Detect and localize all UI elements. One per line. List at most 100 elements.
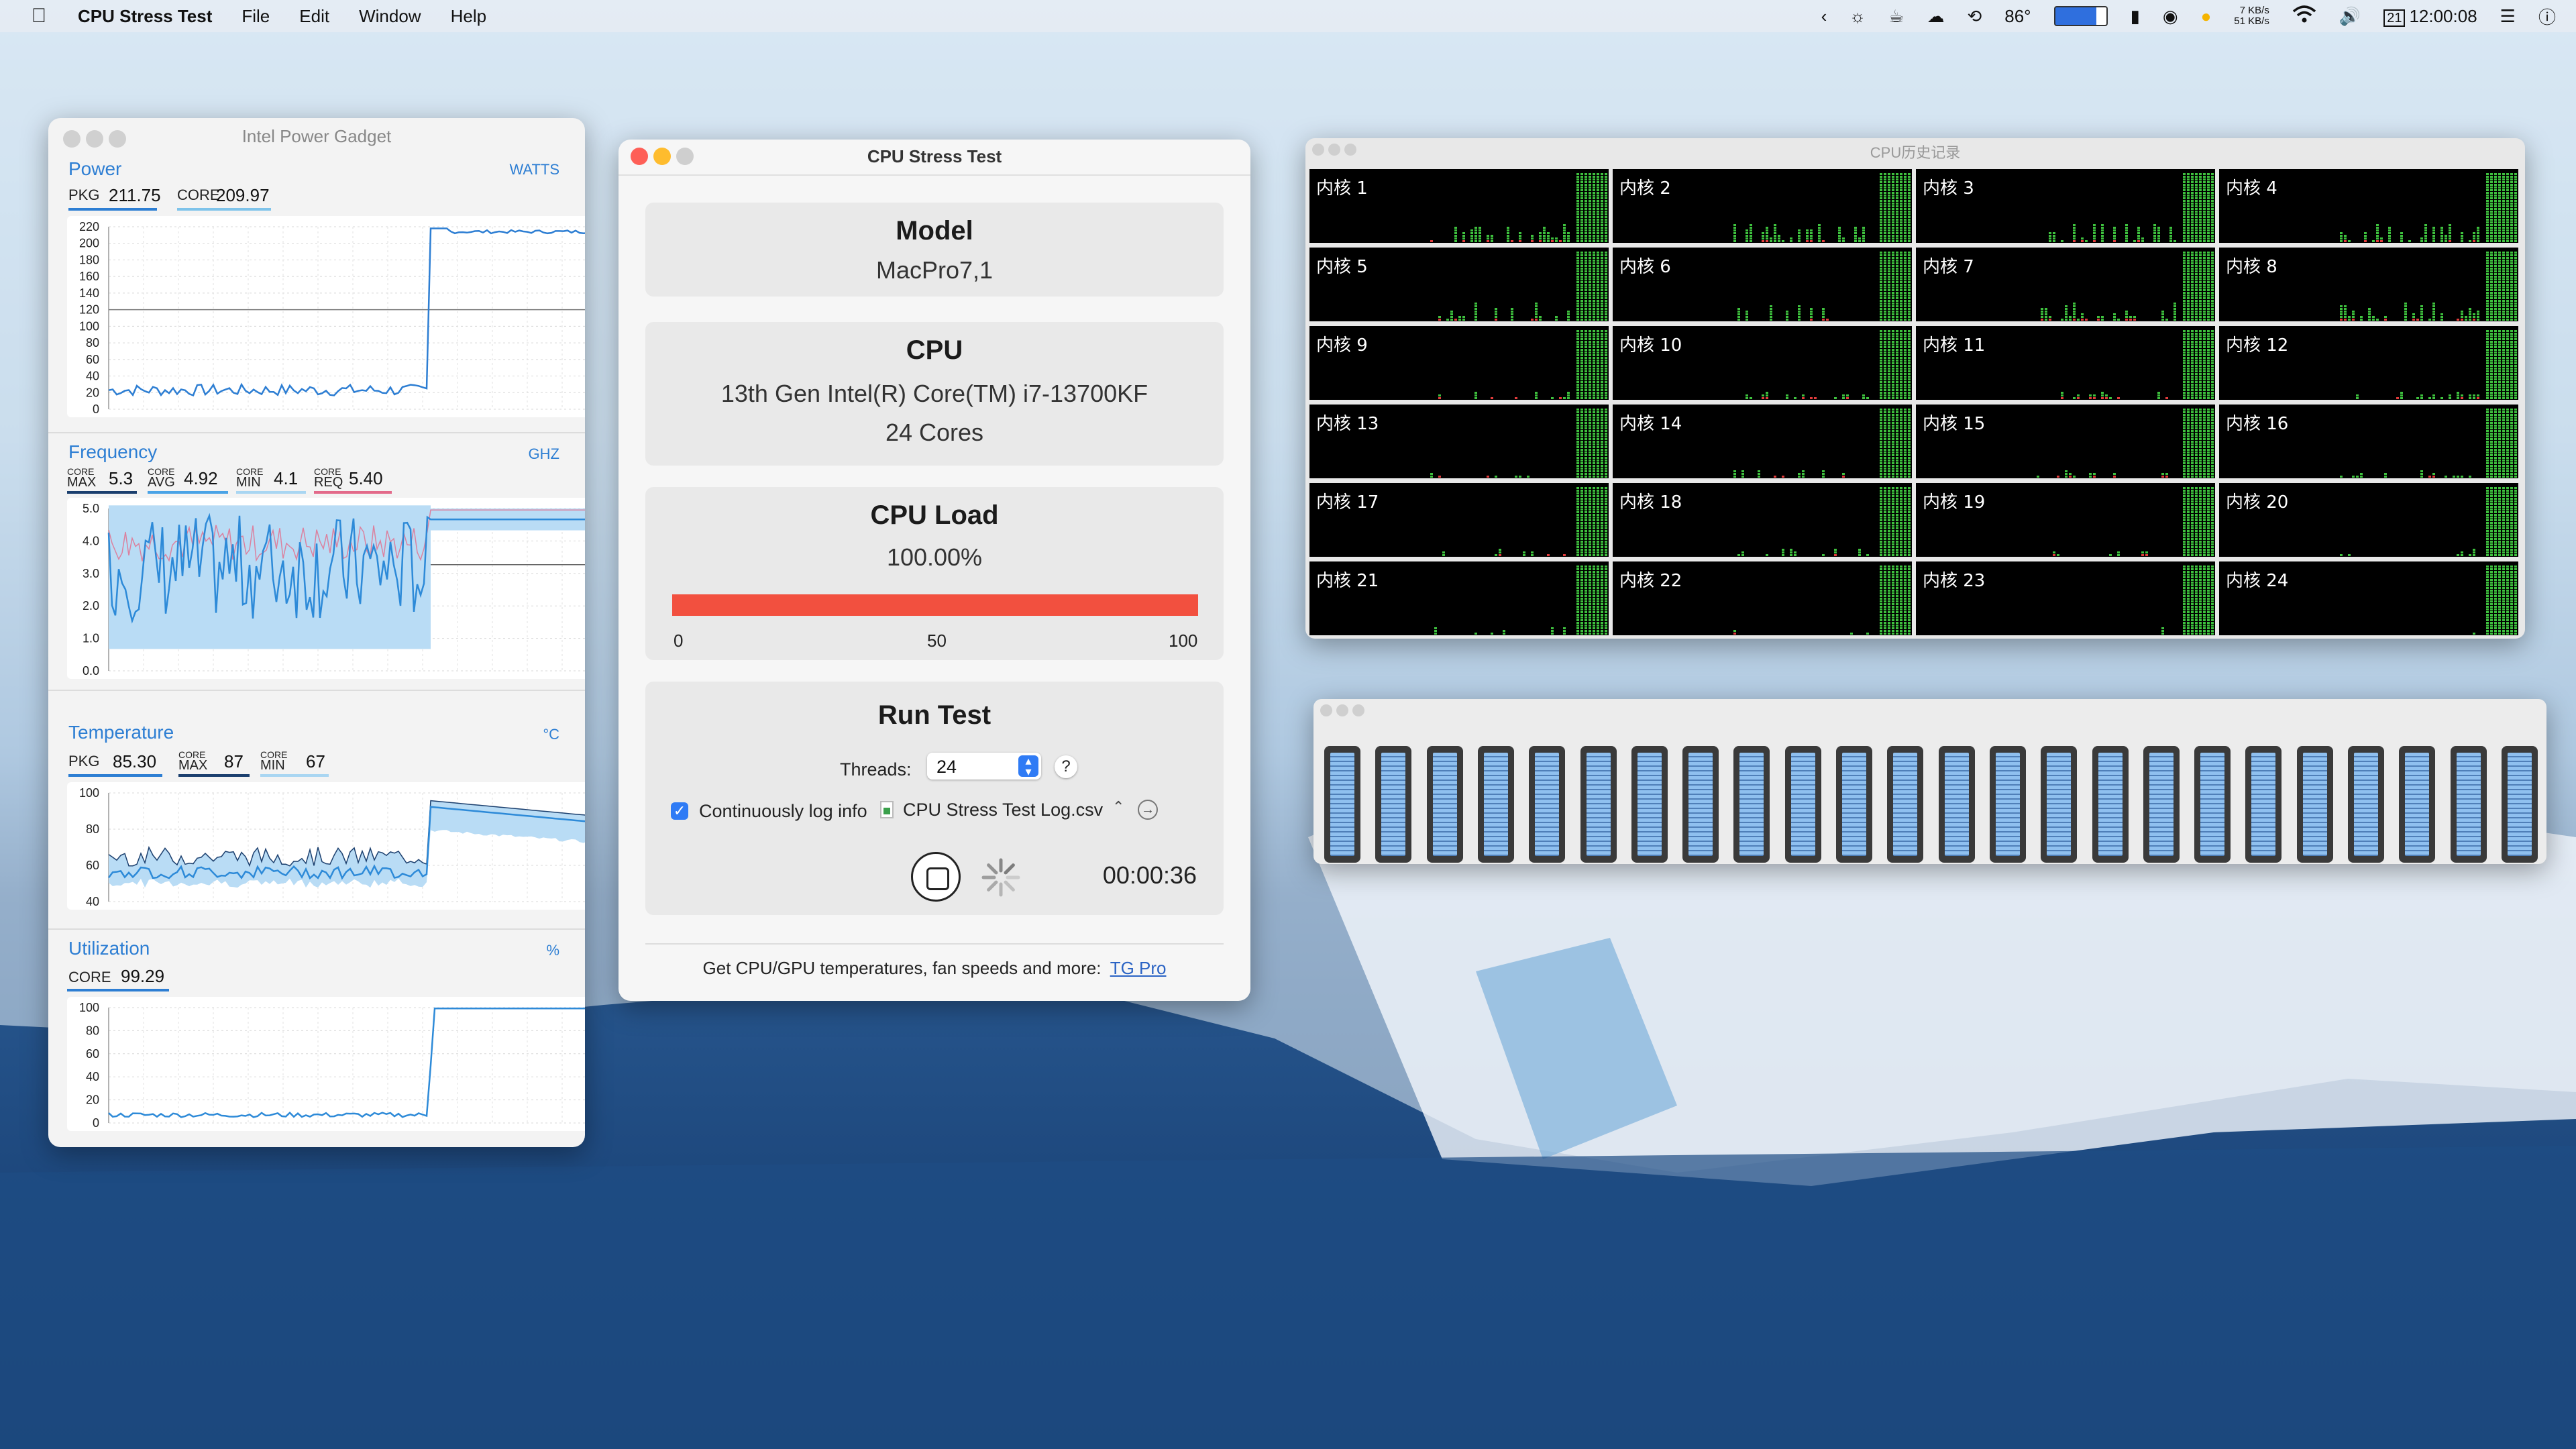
history-dot <box>2195 294 2198 297</box>
reveal-arrow-icon[interactable]: → <box>1138 800 1158 820</box>
history-dot <box>1597 381 1599 383</box>
history-dot <box>1822 554 1825 556</box>
clock[interactable]: 21 12:00:08 <box>2383 6 2477 27</box>
history-dot <box>2045 308 2047 310</box>
history-dot <box>1585 392 1587 394</box>
siri-icon[interactable]: ◉ <box>2163 6 2178 27</box>
log-file-name[interactable]: CPU Stress Test Log.csv <box>903 800 1103 820</box>
history-dot <box>1908 176 1911 178</box>
history-dot <box>2097 316 2100 318</box>
status-dot-icon[interactable]: ● <box>2201 6 2212 27</box>
tg-pro-link[interactable]: TG Pro <box>1110 958 1167 978</box>
history-dot <box>1892 370 1894 372</box>
history-dot <box>1605 490 1607 492</box>
history-dot <box>2510 370 2513 372</box>
history-dot <box>2486 417 2489 419</box>
stepper-arrows-icon[interactable]: ▴ ▾ <box>1018 755 1038 777</box>
menu-help[interactable]: Help <box>451 6 486 27</box>
history-dot <box>1806 232 1809 234</box>
core-value: 209.97 <box>216 185 270 205</box>
menu-app-name[interactable]: CPU Stress Test <box>78 6 212 27</box>
history-dot <box>1888 186 1890 189</box>
stop-button[interactable] <box>911 852 961 902</box>
menu-window[interactable]: Window <box>359 6 421 27</box>
history-dot <box>2506 303 2509 305</box>
history-dot <box>1589 419 1591 421</box>
network-speed[interactable]: 7 KB/s 51 KB/s <box>2234 5 2269 27</box>
history-dot <box>1539 316 1542 318</box>
history-dot <box>2199 265 2202 267</box>
control-center-icon[interactable]: ☰ <box>2500 6 2516 27</box>
history-dot <box>2195 281 2198 283</box>
history-dot <box>1576 530 1579 532</box>
history-dot <box>1896 514 1898 516</box>
history-dot <box>1580 503 1583 505</box>
temperature-readout[interactable]: 86° <box>2004 6 2031 27</box>
history-dot <box>2191 533 2194 535</box>
chevron-left-icon[interactable]: ‹ <box>1821 6 1827 27</box>
history-dot <box>2183 514 2186 516</box>
phone-icon[interactable]: ▮ <box>2131 6 2140 27</box>
history-dot <box>1770 316 1772 318</box>
history-dot <box>2207 470 2210 472</box>
history-dot <box>2187 468 2190 470</box>
history-dot <box>1810 308 1813 310</box>
history-dot <box>2207 473 2210 475</box>
history-dot <box>2199 276 2202 278</box>
history-dot <box>2498 370 2501 372</box>
history-dot <box>2506 270 2509 272</box>
history-dot <box>1511 240 1513 242</box>
help-button[interactable]: ? <box>1055 755 1077 778</box>
menu-edit[interactable]: Edit <box>299 6 329 27</box>
notification-icon[interactable]: ⓘ <box>2538 4 2556 29</box>
history-dot <box>1585 197 1587 199</box>
log-checkbox[interactable]: ✓ <box>671 802 688 820</box>
log-checkbox-label[interactable]: Continuously log info <box>699 801 867 822</box>
history-dot <box>2506 378 2509 380</box>
history-dot <box>2093 397 2096 399</box>
history-dot <box>2490 237 2493 239</box>
history-dot <box>2211 208 2214 210</box>
history-dot <box>2195 549 2198 551</box>
history-dot <box>1904 468 1907 470</box>
history-dot <box>1896 386 1898 388</box>
history-dot <box>1908 468 1911 470</box>
brightness-icon[interactable]: ☼ <box>1849 6 1866 27</box>
menu-file[interactable]: File <box>241 6 270 27</box>
coffee-icon[interactable]: ☕ <box>1888 6 1904 27</box>
history-dot <box>2490 338 2493 340</box>
history-dot <box>2506 409 2509 411</box>
history-dot <box>1601 268 1603 270</box>
history-dot <box>2187 365 2190 367</box>
volume-icon[interactable]: 🔊 <box>2339 6 2361 27</box>
history-dot <box>2183 462 2186 464</box>
history-dot <box>2195 319 2198 321</box>
history-dot <box>1605 252 1607 254</box>
apple-menu-icon[interactable]:  <box>27 5 51 28</box>
history-dot <box>1605 446 1607 448</box>
file-popup-arrows-icon[interactable]: ⌃ <box>1112 798 1124 816</box>
history-dot <box>1601 549 1603 551</box>
history-dot <box>1904 519 1907 521</box>
history-dot <box>1810 232 1813 234</box>
history-dot <box>1597 224 1599 226</box>
cloud-icon[interactable]: ☁ <box>1927 6 1944 27</box>
history-dot <box>2207 216 2210 218</box>
history-dot <box>2514 352 2517 354</box>
history-dot <box>1908 273 1911 275</box>
history-icon[interactable]: ⟲ <box>1967 6 1982 27</box>
history-dot <box>1491 237 1493 239</box>
wifi-icon[interactable] <box>2292 5 2316 28</box>
battery-icon[interactable] <box>2053 6 2108 26</box>
history-dot <box>1896 476 1898 478</box>
history-dot <box>1892 257 1894 259</box>
history-dot <box>2486 460 2489 462</box>
history-dot <box>2183 338 2186 340</box>
history-dot <box>2498 284 2501 286</box>
history-dot <box>2498 292 2501 294</box>
threads-stepper[interactable]: 24 ▴ ▾ <box>927 753 1041 780</box>
history-dot <box>1896 546 1898 548</box>
history-dot <box>1605 525 1607 527</box>
history-dot <box>2498 219 2501 221</box>
history-dot <box>1593 308 1595 310</box>
